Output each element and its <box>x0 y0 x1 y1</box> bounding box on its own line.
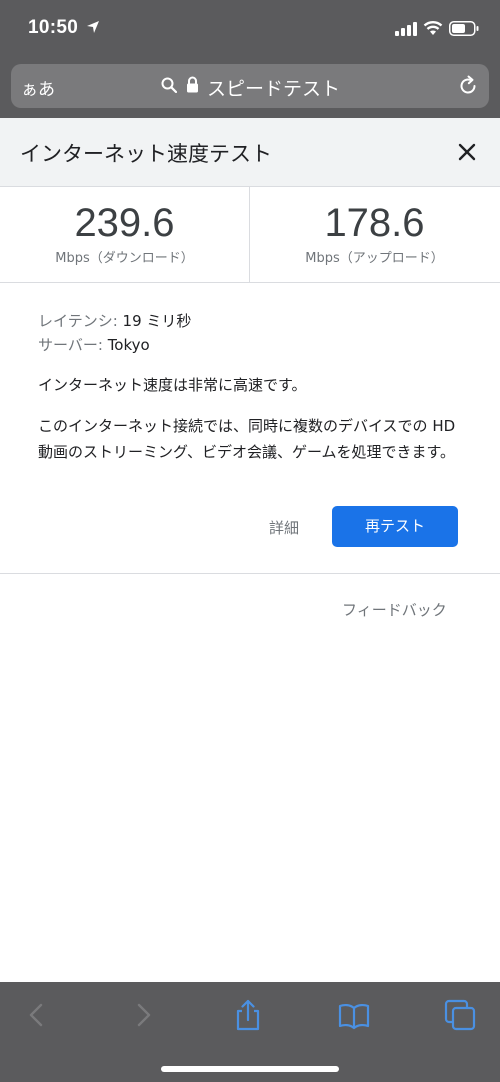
address-bar: ぁあ スピードテスト <box>0 58 500 118</box>
download-unit: Mbps（ダウンロード） <box>55 251 194 266</box>
download-panel: 239.6 Mbps（ダウンロード） <box>0 187 250 282</box>
feedback-link[interactable]: フィードバック <box>342 599 447 620</box>
upload-speed: 178.6 <box>324 201 425 245</box>
location-arrow-icon <box>87 21 99 33</box>
server-row: サーバー: Tokyo <box>38 334 150 355</box>
url-text: スピードテスト <box>207 78 341 100</box>
widget-header: インターネット速度テスト <box>0 118 500 187</box>
divider <box>0 573 500 574</box>
tabs-icon[interactable] <box>443 998 477 1032</box>
wifi-icon <box>423 21 443 35</box>
close-icon[interactable] <box>458 143 476 161</box>
bookmarks-icon[interactable] <box>337 998 371 1032</box>
server-label: サーバー: <box>38 336 103 354</box>
url-field[interactable]: ぁあ スピードテスト <box>11 64 489 108</box>
speed-description: このインターネット接続では、同時に複数のデバイスでの HD 動画のストリーミング… <box>38 417 456 461</box>
battery-icon <box>449 21 479 36</box>
widget-title: インターネット速度テスト <box>20 142 272 166</box>
server-value: Tokyo <box>107 336 150 354</box>
latency-label: レイテンシ: <box>38 312 118 330</box>
reader-options-button[interactable]: ぁあ <box>21 75 55 100</box>
upload-panel: 178.6 Mbps（アップロード） <box>250 187 499 282</box>
back-icon[interactable] <box>20 998 54 1032</box>
latency-row: レイテンシ: 19 ミリ秒 <box>38 310 191 331</box>
reload-icon[interactable] <box>457 75 479 97</box>
forward-icon[interactable] <box>126 998 160 1032</box>
speed-results: 239.6 Mbps（ダウンロード） 178.6 Mbps（アップロード） <box>0 187 500 283</box>
cellular-signal-icon <box>395 22 417 36</box>
status-bar: 10:50 <box>0 0 500 58</box>
speed-summary: インターネット速度は非常に高速です。 <box>38 376 307 394</box>
download-speed: 239.6 <box>74 201 175 245</box>
home-indicator <box>161 1066 339 1072</box>
upload-unit: Mbps（アップロード） <box>305 251 444 266</box>
status-time: 10:50 <box>28 17 79 38</box>
details-link[interactable]: 詳細 <box>269 517 299 538</box>
share-icon[interactable] <box>231 998 265 1032</box>
latency-value: 19 ミリ秒 <box>122 312 192 330</box>
retest-button[interactable]: 再テスト <box>332 506 458 547</box>
search-icon <box>161 77 177 93</box>
lock-icon <box>187 76 198 93</box>
